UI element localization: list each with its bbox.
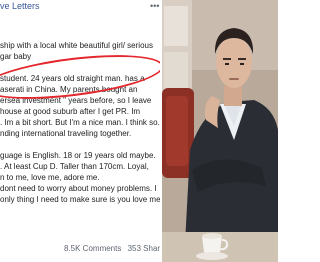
post-line: n to me, love me, adore me. (0, 173, 100, 182)
post-line: aserati in China. My parents bought an (0, 85, 138, 94)
post-line: house at good suburb after I get PR. Im (0, 107, 141, 116)
post-line: gar baby (0, 52, 32, 61)
post-line: only thing I need to make sure is you lo… (0, 195, 160, 204)
post-body: ship with a local white beautiful girl/ … (0, 40, 160, 205)
post-line: ersea investment " years before, so I le… (0, 96, 152, 105)
post-line: . Im a bit short. But I'm a nice man. I … (0, 118, 160, 127)
post-line: . At least Cup D. Taller than 170cm. Loy… (0, 162, 149, 171)
post-line: ship with a local white beautiful girl/ … (0, 41, 153, 50)
facebook-post: ve Letters ••• ship with a local white b… (0, 0, 160, 262)
more-options-icon[interactable]: ••• (150, 1, 159, 11)
comments-count[interactable]: 8.5K Comments (64, 244, 121, 253)
post-author[interactable]: ve Letters (0, 1, 40, 11)
shares-count[interactable]: 353 Shares (128, 244, 160, 253)
post-line: student. 24 years old straight man. has … (0, 74, 145, 83)
post-line: dont need to worry about money problems.… (0, 184, 157, 193)
post-line: nding international traveling together. (0, 129, 132, 138)
post-line: guage is English. 18 or 19 years old may… (0, 151, 156, 160)
man-photo (162, 0, 278, 262)
post-stats: 8.5K Comments 353 Shares (64, 244, 160, 253)
